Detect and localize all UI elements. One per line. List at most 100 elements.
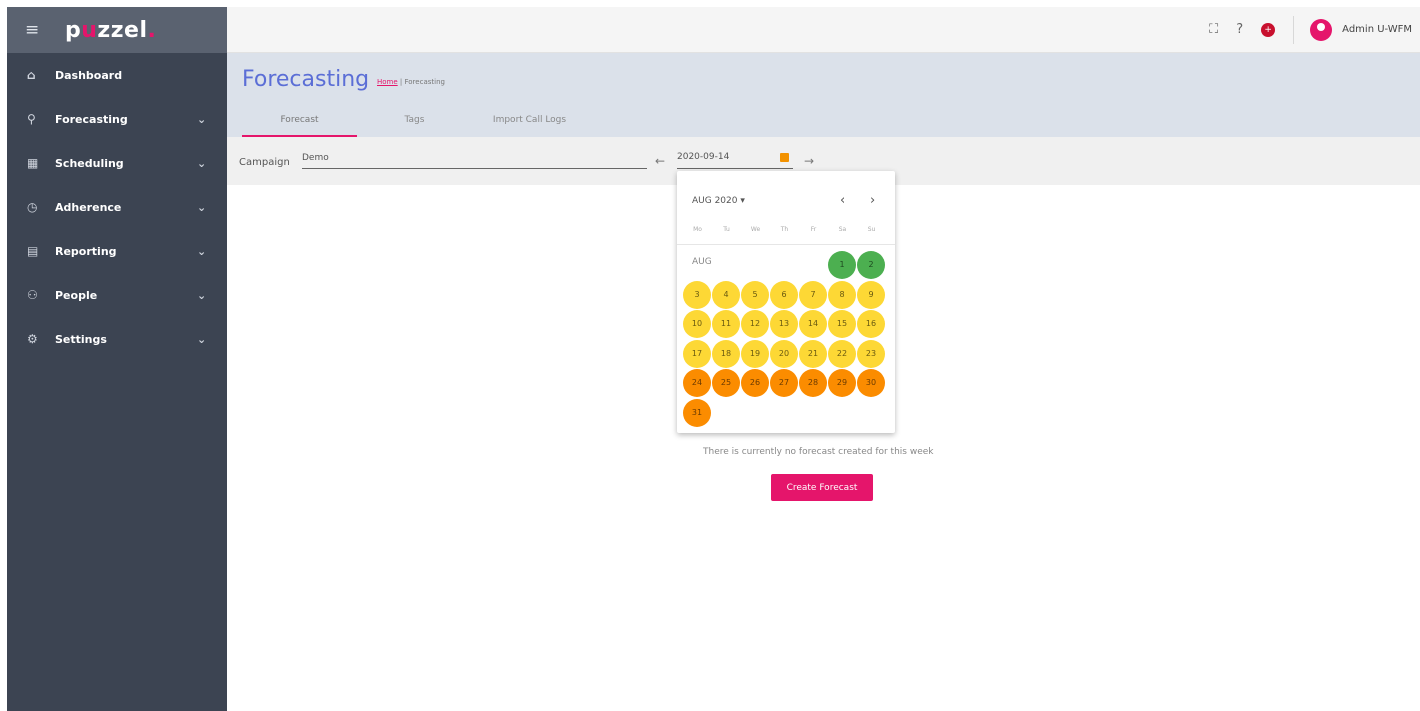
sidebar-item-reporting[interactable]: ▤ Reporting ⌄ [7, 229, 227, 273]
calendar-day[interactable]: 27 [770, 369, 798, 397]
breadcrumb-separator: | [399, 78, 403, 86]
sidebar-item-label: Settings [55, 332, 107, 346]
calendar-day[interactable]: 12 [741, 310, 769, 338]
nav-list: ⌂ Dashboard ⚲ Forecasting ⌄ ▦ Scheduling ⌄ ◷ Adhe… [7, 53, 227, 361]
sidebar-item-label: Adherence [55, 200, 122, 214]
sidebar-item-label: People [55, 288, 98, 302]
calendar-day[interactable]: 6 [770, 280, 798, 309]
logo: puzzel. [65, 17, 157, 43]
sidebar-item-label: Scheduling [55, 156, 124, 170]
calendar-day[interactable]: 8 [828, 280, 856, 309]
chevron-down-icon[interactable]: ⌄ [197, 289, 227, 302]
calendar-day[interactable]: 19 [741, 339, 769, 368]
calendar-day[interactable]: 15 [828, 310, 856, 338]
calendar-day[interactable]: 22 [828, 339, 856, 368]
tab-bar: Forecast Tags Import Call Logs [242, 107, 587, 137]
calendar-day[interactable]: 5 [741, 280, 769, 309]
previous-month-icon[interactable]: ‹ [840, 193, 845, 208]
calendar-day[interactable]: 31 [683, 398, 711, 427]
breadcrumb: Home | Forecasting [377, 78, 445, 86]
month-section-label: AUG [692, 257, 712, 267]
calendar-day[interactable]: 4 [712, 280, 740, 309]
calendar-day[interactable]: 25 [712, 369, 740, 397]
chevron-down-icon[interactable]: ⌄ [197, 201, 227, 214]
calendar-day[interactable]: 21 [799, 339, 827, 368]
fullscreen-icon[interactable]: ⛶ [1209, 22, 1218, 37]
calendar-day[interactable]: 17 [683, 339, 711, 368]
gear-icon: ⚙ [27, 332, 38, 346]
help-icon[interactable]: ? [1236, 22, 1243, 37]
calendar-day[interactable]: 26 [741, 369, 769, 397]
home-icon: ⌂ [27, 68, 36, 82]
sidebar-item-scheduling[interactable]: ▦ Scheduling ⌄ [7, 141, 227, 185]
sidebar-item-settings[interactable]: ⚙ Settings ⌄ [7, 317, 227, 361]
calendar-day[interactable]: 18 [712, 339, 740, 368]
calendar-day[interactable]: 2 [857, 251, 885, 279]
chevron-down-icon[interactable]: ⌄ [197, 113, 227, 126]
menu-icon[interactable]: ≡ [25, 20, 55, 40]
date-picker-popup: AUG 2020 ▾ ‹ › Mo Tu We Th Fr Sa Su AUG 123456… [677, 171, 895, 433]
month-year-selector[interactable]: AUG 2020 ▾ [692, 196, 745, 206]
sidebar-item-label: Reporting [55, 244, 117, 258]
sidebar-item-forecasting[interactable]: ⚲ Forecasting ⌄ [7, 97, 227, 141]
page-title: Forecasting [242, 67, 370, 92]
language-flag-icon[interactable]: + [1261, 22, 1276, 37]
divider [677, 244, 895, 245]
calendar-day[interactable]: 30 [857, 369, 885, 397]
next-week-arrow-icon[interactable]: → [804, 154, 814, 168]
weekday-label: Th [780, 226, 789, 233]
sidebar: ≡ puzzel. ⌂ Dashboard ⚲ Forecasting ⌄ ▦ Schedu… [7, 7, 227, 711]
user-name[interactable]: Admin U-WFM [1342, 24, 1412, 35]
next-month-icon[interactable]: › [870, 193, 875, 208]
calendar-day[interactable]: 28 [799, 369, 827, 397]
calendar-day[interactable]: 16 [857, 310, 885, 338]
calendar-day[interactable]: 14 [799, 310, 827, 338]
weekday-label: Tu [723, 226, 730, 233]
chevron-down-icon[interactable]: ⌄ [197, 157, 227, 170]
calendar-day[interactable]: 24 [683, 369, 711, 397]
tab-forecast[interactable]: Forecast [242, 107, 357, 137]
sidebar-item-label: Dashboard [55, 68, 123, 82]
campaign-select[interactable]: Demo [302, 151, 647, 169]
weekday-label: We [750, 226, 761, 233]
people-icon: ⚇ [27, 288, 38, 302]
topbar: ⛶ ? + Admin U-WFM [227, 7, 1420, 53]
campaign-label: Campaign [239, 157, 290, 168]
page-header: Forecasting Home | Forecasting Forecast … [227, 53, 1420, 137]
calendar-day[interactable]: 1 [828, 251, 856, 279]
report-icon: ▤ [27, 244, 39, 258]
forecast-icon: ⚲ [27, 112, 36, 126]
calendar-day[interactable]: 11 [712, 310, 740, 338]
avatar[interactable] [1310, 18, 1333, 41]
previous-week-arrow-icon[interactable]: ← [655, 154, 665, 168]
date-input[interactable]: 2020-09-14 [677, 149, 793, 169]
sidebar-item-label: Forecasting [55, 112, 128, 126]
sidebar-header: ≡ puzzel. [7, 7, 227, 53]
calendar-icon: ▦ [27, 156, 39, 170]
breadcrumb-home-link[interactable]: Home [377, 78, 398, 86]
calendar-day[interactable]: 29 [828, 369, 856, 397]
calendar-day[interactable]: 9 [857, 280, 885, 309]
clock-icon: ◷ [27, 200, 38, 214]
weekday-label: Fr [810, 226, 817, 233]
sidebar-item-dashboard[interactable]: ⌂ Dashboard [7, 53, 227, 97]
chevron-down-icon[interactable]: ⌄ [197, 333, 227, 346]
calendar-day[interactable]: 10 [683, 310, 711, 338]
tab-import-call-logs[interactable]: Import Call Logs [472, 107, 587, 137]
weekday-label: Mo [693, 226, 702, 233]
calendar-day[interactable]: 3 [683, 280, 711, 309]
calendar-day[interactable]: 23 [857, 339, 885, 368]
app-frame: ≡ puzzel. ⌂ Dashboard ⚲ Forecasting ⌄ ▦ Schedu… [7, 7, 1420, 711]
sidebar-item-adherence[interactable]: ◷ Adherence ⌄ [7, 185, 227, 229]
calendar-icon[interactable] [780, 153, 789, 162]
empty-state-message: There is currently no forecast created f… [703, 447, 934, 457]
create-forecast-button[interactable]: Create Forecast [771, 474, 873, 501]
breadcrumb-current: Forecasting [404, 78, 445, 86]
calendar-day[interactable]: 13 [770, 310, 798, 338]
calendar-day[interactable]: 7 [799, 280, 827, 309]
weekday-label: Sa [838, 226, 847, 233]
chevron-down-icon[interactable]: ⌄ [197, 245, 227, 258]
sidebar-item-people[interactable]: ⚇ People ⌄ [7, 273, 227, 317]
calendar-day[interactable]: 20 [770, 339, 798, 368]
tab-tags[interactable]: Tags [357, 107, 472, 137]
